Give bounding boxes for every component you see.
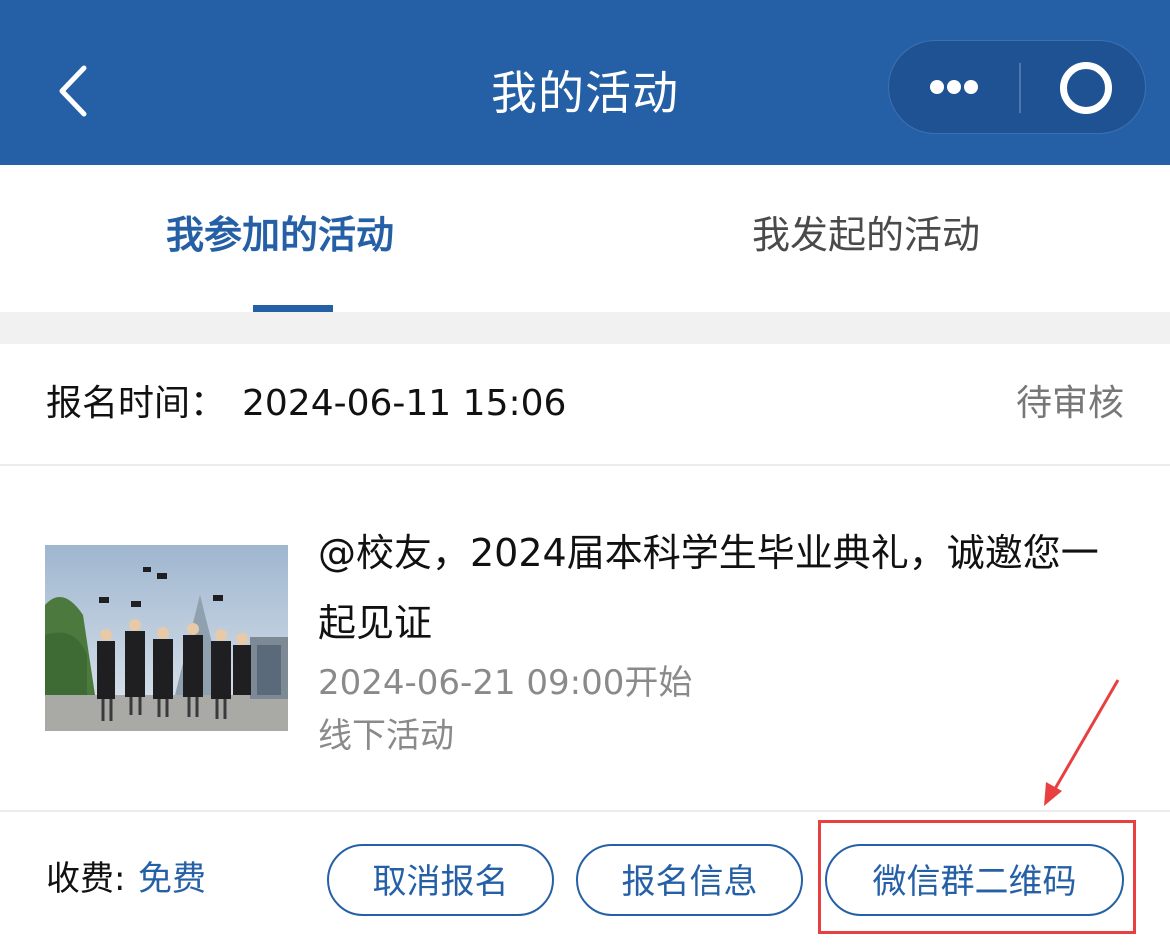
target-icon [1060, 62, 1112, 114]
mini-program-capsule [888, 40, 1146, 134]
activity-title[interactable]: @校友，2024届本科学生毕业典礼，诚邀您一起见证 [318, 518, 1108, 658]
active-tab-indicator [253, 305, 333, 312]
graduation-photo-image [45, 545, 288, 731]
fee-value: 免费 [138, 859, 206, 899]
fee-label: 收费: [46, 859, 126, 899]
annotation-highlight-box [818, 820, 1136, 934]
signup-info-button[interactable]: 报名信息 [576, 844, 803, 916]
header-bar: 我的活动 [0, 0, 1170, 165]
page: 我的活动 我参加的活动 我发起的活动 报名时间： 2024-06-11 15:0… [0, 0, 1170, 952]
status-badge: 待审核 [1015, 383, 1124, 424]
activity-start-time: 2024-06-21 09:00开始 [318, 663, 693, 703]
tab-bar: 我参加的活动 我发起的活动 [0, 165, 1170, 312]
capsule-divider [1019, 63, 1021, 113]
signup-time-value: 2024-06-11 15:06 [242, 383, 567, 424]
annotation-arrow-icon [1044, 679, 1120, 806]
cancel-signup-button[interactable]: 取消报名 [327, 844, 554, 916]
more-dots-icon [930, 80, 944, 94]
signup-time-label: 报名时间： [46, 383, 227, 424]
tab-joined-activities[interactable]: 我参加的活动 [166, 205, 394, 265]
tab-created-activities[interactable]: 我发起的活动 [752, 205, 980, 265]
signup-row: 报名时间： 2024-06-11 15:06 待审核 [0, 344, 1170, 466]
activity-thumbnail[interactable] [45, 545, 288, 731]
activity-type: 线下活动 [318, 716, 454, 756]
more-button[interactable] [889, 41, 1019, 133]
close-button[interactable] [1023, 41, 1145, 133]
